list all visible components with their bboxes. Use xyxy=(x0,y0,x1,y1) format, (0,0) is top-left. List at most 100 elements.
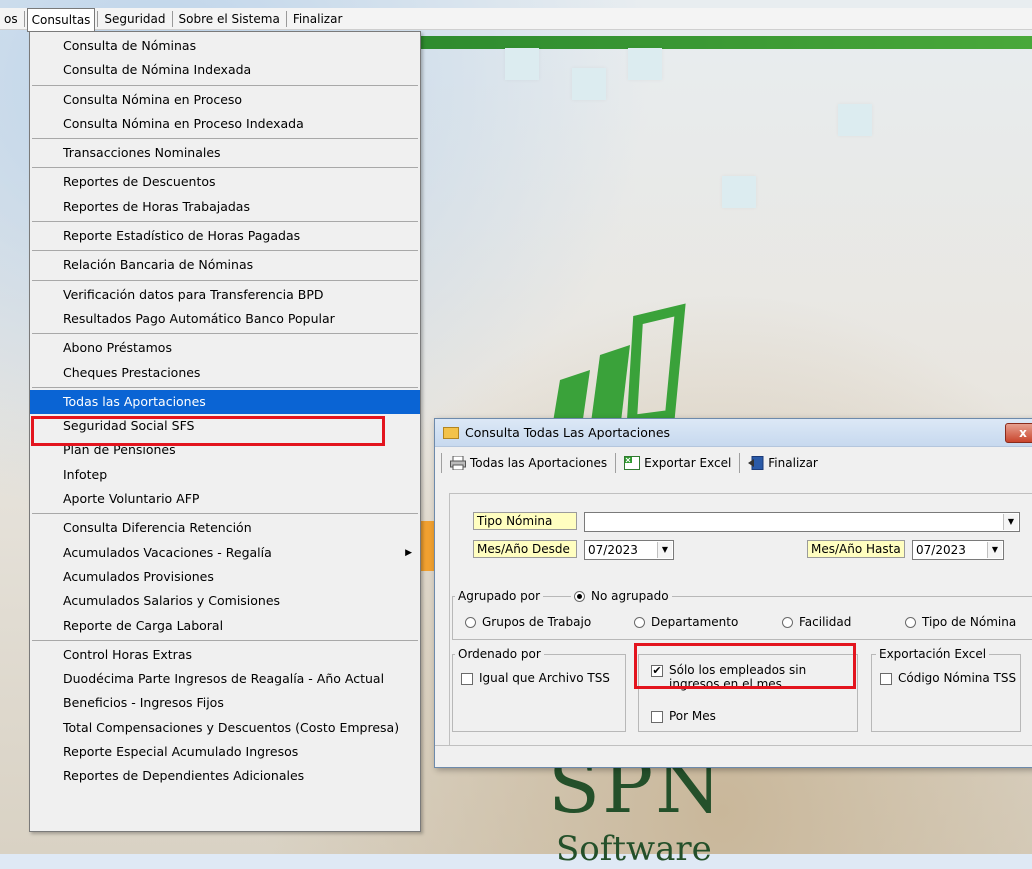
menu-item-duodécima-parte-ingresos-de-reagalía-año-actual[interactable]: Duodécima Parte Ingresos de Reagalía - A… xyxy=(30,667,420,691)
checkbox-box[interactable] xyxy=(880,673,892,685)
menu-item-label: Infotep xyxy=(63,466,108,482)
menu-item-seguridad[interactable]: Seguridad xyxy=(100,8,169,30)
radio-dot[interactable] xyxy=(782,616,793,628)
menu-item-label: Total Compensaciones y Descuentos (Costo… xyxy=(63,719,400,735)
mes-desde-select[interactable]: 07/2023 ▼ xyxy=(584,540,674,560)
menu-item-label: Transacciones Nominales xyxy=(63,145,221,161)
menu-item-todas-las-aportaciones[interactable]: Todas las Aportaciones xyxy=(30,389,420,415)
menu-item-label: Todas las Aportaciones xyxy=(63,393,206,409)
radio-facilidad-label: Facilidad xyxy=(799,615,852,629)
menu-divider xyxy=(32,639,418,641)
filtros-group: ✔ Sólo los empleados sin ingresos en el … xyxy=(638,654,858,732)
menu-item-plan-de-pensiones[interactable]: Plan de Pensiones xyxy=(30,438,420,462)
menu-item-transacciones-nominales[interactable]: Transacciones Nominales xyxy=(30,141,420,165)
radio-dot[interactable] xyxy=(634,616,645,628)
menu-item-label: Reporte de Carga Laboral xyxy=(63,617,224,633)
menu-item-seguridad-social-sfs[interactable]: Seguridad Social SFS xyxy=(30,414,420,438)
menu-item-beneficios-ingresos-fijos[interactable]: Beneficios - Ingresos Fijos xyxy=(30,691,420,715)
exportacion-excel-group: Exportación Excel Código Nómina TSS xyxy=(871,647,1021,732)
dialog-statusbar xyxy=(435,745,1032,767)
menu-item-consulta-nómina-en-proceso[interactable]: Consulta Nómina en Proceso xyxy=(30,88,420,112)
radio-departamento[interactable]: Departamento xyxy=(634,615,738,629)
finalizar-button[interactable]: Finalizar xyxy=(744,456,822,470)
menu-item-consulta-diferencia-retención[interactable]: Consulta Diferencia Retención xyxy=(30,516,420,540)
menu-item-acumulados-vacaciones-regalía[interactable]: Acumulados Vacaciones - Regalía ▶ xyxy=(30,541,420,565)
ordenado-por-legend: Ordenado por xyxy=(455,647,544,661)
chevron-down-icon[interactable]: ▼ xyxy=(987,542,1002,558)
menu-separator xyxy=(285,10,287,27)
menu-item-acumulados-salarios-y-comisiones[interactable]: Acumulados Salarios y Comisiones xyxy=(30,589,420,613)
menu-item-procesos[interactable]: os xyxy=(0,8,22,30)
bg-sticky-note xyxy=(505,48,539,80)
checkbox-por-mes[interactable]: Por Mes xyxy=(651,709,716,723)
radio-grupos-trabajo[interactable]: Grupos de Trabajo xyxy=(465,615,591,629)
menu-item-label: Reportes de Dependientes Adicionales xyxy=(63,768,305,784)
radio-dot[interactable] xyxy=(574,590,585,602)
menu-item-consulta-nómina-en-proceso-indexada[interactable]: Consulta Nómina en Proceso Indexada xyxy=(30,112,420,136)
menu-divider xyxy=(32,513,418,515)
menu-item-control-horas-extras[interactable]: Control Horas Extras xyxy=(30,643,420,667)
printer-icon xyxy=(450,456,466,470)
menu-item-consulta-de-nóminas[interactable]: Consulta de Nóminas xyxy=(30,34,420,58)
menu-item-abono-préstamos[interactable]: Abono Préstamos xyxy=(30,336,420,360)
bg-brand-subtext: Software xyxy=(556,829,712,869)
menu-item-reporte-de-carga-laboral[interactable]: Reporte de Carga Laboral xyxy=(30,614,420,638)
menu-item-resultados-pago-automático-banco-popular[interactable]: Resultados Pago Automático Banco Popular xyxy=(30,307,420,331)
menu-item-verificación-datos-para-transferencia-bpd[interactable]: Verificación datos para Transferencia BP… xyxy=(30,283,420,307)
menu-item-label: Verificación datos para Transferencia BP… xyxy=(63,286,324,302)
radio-no-agrupado[interactable]: No agrupado xyxy=(571,589,672,603)
menu-item-reporte-especial-acumulado-ingresos[interactable]: Reporte Especial Acumulado Ingresos xyxy=(30,740,420,764)
menu-item-label: Consulta Diferencia Retención xyxy=(63,520,252,536)
chevron-down-icon[interactable]: ▼ xyxy=(657,542,672,558)
menu-divider xyxy=(32,333,418,335)
menu-item-total-compensaciones-y-descuentos-costo-empresa[interactable]: Total Compensaciones y Descuentos (Costo… xyxy=(30,716,420,740)
radio-dot[interactable] xyxy=(905,616,916,628)
menu-item-consultas[interactable]: Consultas xyxy=(26,7,96,32)
dialog-titlebar[interactable]: Consulta Todas Las Aportaciones x xyxy=(435,419,1032,447)
menu-divider xyxy=(32,250,418,252)
menu-item-label: Plan de Pensiones xyxy=(63,442,176,458)
menu-item-reportes-de-dependientes-adicionales[interactable]: Reportes de Dependientes Adicionales xyxy=(30,764,420,788)
checkbox-solo-sin-ingresos[interactable]: ✔ Sólo los empleados sin ingresos en el … xyxy=(651,663,851,691)
menu-item-reportes-de-horas-trabajadas[interactable]: Reportes de Horas Trabajadas xyxy=(30,195,420,219)
por-mes-label: Por Mes xyxy=(669,709,716,723)
folder-icon xyxy=(443,426,459,439)
menu-item-acumulados-provisiones[interactable]: Acumulados Provisiones xyxy=(30,565,420,589)
menu-item-label: Reporte Especial Acumulado Ingresos xyxy=(63,744,299,760)
checkbox-codigo-nomina-tss[interactable]: Código Nómina TSS xyxy=(880,671,1016,685)
tipo-nomina-select[interactable]: ▼ xyxy=(584,512,1020,532)
bg-sticky-note xyxy=(628,48,662,80)
radio-tipo-nomina[interactable]: Tipo de Nómina xyxy=(905,615,1016,629)
menu-item-cheques-prestaciones[interactable]: Cheques Prestaciones xyxy=(30,361,420,385)
checkbox-box[interactable] xyxy=(461,673,473,685)
menu-item-label: Duodécima Parte Ingresos de Reagalía - A… xyxy=(63,671,385,687)
menu-item-aporte-voluntario-afp[interactable]: Aporte Voluntario AFP xyxy=(30,487,420,511)
menu-item-finalizar[interactable]: Finalizar xyxy=(289,8,347,30)
menu-divider xyxy=(32,84,418,86)
menu-item-reporte-estadístico-de-horas-pagadas[interactable]: Reporte Estadístico de Horas Pagadas xyxy=(30,224,420,248)
menu-item-label: Consulta de Nómina Indexada xyxy=(63,62,252,78)
print-button[interactable]: Todas las Aportaciones xyxy=(446,456,611,470)
checkbox-igual-archivo-tss[interactable]: Igual que Archivo TSS xyxy=(461,671,610,685)
close-button[interactable]: x xyxy=(1005,423,1032,443)
radio-departamento-label: Departamento xyxy=(651,615,739,629)
radio-facilidad[interactable]: Facilidad xyxy=(782,615,851,629)
checkbox-box[interactable] xyxy=(651,711,663,723)
chevron-down-icon[interactable]: ▼ xyxy=(1003,514,1018,530)
radio-no-agrupado-label: No agrupado xyxy=(591,589,669,603)
mes-hasta-select[interactable]: 07/2023 ▼ xyxy=(912,540,1004,560)
menu-item-relación-bancaria-de-nóminas[interactable]: Relación Bancaria de Nóminas xyxy=(30,253,420,277)
menu-separator xyxy=(23,10,25,27)
menu-item-label: Acumulados Provisiones xyxy=(63,568,214,584)
menu-item-infotep[interactable]: Infotep xyxy=(30,463,420,487)
menu-item-label: Acumulados Salarios y Comisiones xyxy=(63,593,281,609)
toolbar-separator xyxy=(615,453,617,473)
menu-item-label: Relación Bancaria de Nóminas xyxy=(63,257,254,273)
menu-item-reportes-de-descuentos[interactable]: Reportes de Descuentos xyxy=(30,170,420,194)
mes-hasta-label: Mes/Año Hasta xyxy=(807,540,905,558)
menu-item-sobre-el-sistema[interactable]: Sobre el Sistema xyxy=(175,8,284,30)
menu-item-consulta-de-nómina-indexada[interactable]: Consulta de Nómina Indexada xyxy=(30,58,420,82)
checkbox-box[interactable]: ✔ xyxy=(651,665,663,677)
export-excel-button[interactable]: Exportar Excel xyxy=(620,456,735,470)
radio-dot[interactable] xyxy=(465,616,476,628)
